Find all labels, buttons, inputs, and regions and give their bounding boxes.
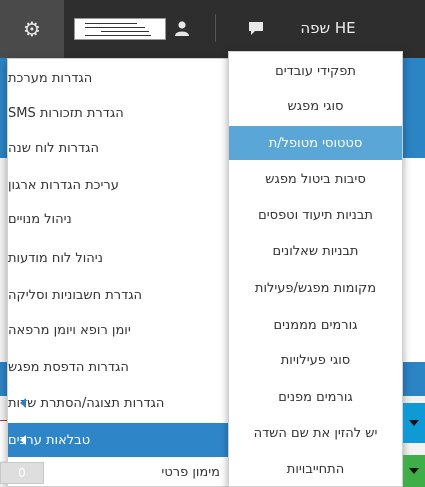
menu-item-label: תפקידי עובדים (275, 63, 356, 79)
caret-left-icon (20, 398, 26, 408)
menu-item-label: ניהול מנויים (8, 211, 72, 227)
submenu-item-patient-statuses[interactable]: סטטוסי מטופל/ת (229, 126, 402, 160)
submenu-item-commitments[interactable]: התחייבויות (229, 452, 402, 486)
user-menu-button[interactable] (168, 14, 196, 42)
page-header-band-right (402, 58, 425, 158)
messages-button[interactable] (240, 14, 272, 42)
menu-item-label: סוגי מפגש (287, 98, 344, 114)
submenu-item-activity-types[interactable]: סוגי פעילויות (229, 343, 402, 377)
menu-item-field-visibility[interactable]: הגדרות תצוגה/הסתרת שדות (8, 386, 228, 420)
menu-item-label: הגדרות הדפסת מפגש (8, 359, 129, 375)
menu-item-label: עריכת הגדרות ארגון (8, 177, 119, 193)
menu-item-value-tables[interactable]: טבלאות ערכים (8, 423, 228, 457)
chevron-down-icon (409, 420, 419, 426)
value-tables-submenu: תפקידי עובדים סוגי מפגש סטטוסי מטופל/ת ס… (228, 51, 403, 487)
menu-item-label: הגדרת תזכורות SMS (8, 105, 124, 121)
submenu-item-cancel-reasons[interactable]: סיבות ביטול מפגש (229, 162, 402, 196)
menu-item-label: תבניות שאלונים (272, 243, 359, 259)
submenu-item-locations[interactable]: מקומות מפגש/פעילות (229, 271, 402, 305)
row-label: מימון פרטי (161, 465, 220, 480)
menu-item-doctor-clinic-diary[interactable]: יומן רופא ויומן מרפאה (8, 313, 228, 347)
menu-item-label: התחייבויות (286, 461, 345, 477)
submenu-item-questionnaire-templates[interactable]: תבניות שאלונים (229, 234, 402, 268)
table-header-band-right (402, 362, 425, 396)
dropdown-button[interactable] (403, 403, 425, 443)
menu-item-calendar-settings[interactable]: הגדרות לוח שנה (8, 131, 228, 165)
submenu-item-funders[interactable]: גורמים מממנים (229, 308, 402, 342)
menu-item-label: תבניות תיעוד וטפסים (258, 207, 373, 223)
badge-value: 0 (18, 466, 26, 480)
menu-item-label: יומן רופא ויומן מרפאה (8, 322, 131, 338)
user-icon (175, 21, 189, 36)
menu-item-label: הגדרות תצוגה/הסתרת שדות (8, 395, 165, 411)
menu-item-label: גורמים מממנים (273, 317, 358, 333)
page-panel-right (402, 158, 425, 368)
language-switch[interactable]: HE שפה (278, 14, 378, 42)
menu-item-system-settings[interactable]: הגדרות מערכת (8, 61, 228, 95)
top-navbar: ⚙ HE שפה (0, 0, 425, 58)
chevron-down-icon (409, 468, 419, 474)
chat-icon (249, 21, 263, 35)
menu-item-sms-reminders[interactable]: הגדרת תזכורות SMS (8, 96, 228, 130)
settings-button[interactable]: ⚙ (0, 0, 64, 58)
menu-item-invoices-clearing[interactable]: הגדרת חשבוניות וסליקה (8, 278, 228, 312)
menu-item-label: גורמים מפנים (278, 389, 353, 405)
submenu-item-field-name[interactable]: יש להזין את שם השדה (229, 416, 402, 450)
submenu-item-doc-templates[interactable]: תבניות תיעוד וטפסים (229, 198, 402, 232)
menu-item-label: מקומות מפגש/פעילות (254, 280, 377, 296)
menu-item-organization-settings[interactable]: עריכת הגדרות ארגון (8, 168, 228, 202)
menu-item-label: הגדרות לוח שנה (8, 140, 99, 156)
menu-item-label: ניהול לוח מודעות (8, 250, 103, 266)
menu-item-subscriptions[interactable]: ניהול מנויים (8, 202, 228, 236)
submenu-item-staff-roles[interactable]: תפקידי עובדים (229, 54, 402, 88)
menu-item-label: הגדרות מערכת (8, 70, 93, 86)
organization-logo (74, 18, 166, 40)
divider (215, 14, 216, 42)
submenu-item-session-types[interactable]: סוגי מפגש (229, 89, 402, 123)
settings-menu: הגדרות מערכת הגדרת תזכורות SMS הגדרות לו… (7, 58, 229, 487)
menu-item-label: סטטוסי מטופל/ת (268, 135, 363, 151)
menu-item-bulletin-board[interactable]: ניהול לוח מודעות (8, 241, 228, 275)
caret-left-icon (20, 435, 26, 445)
count-badge: 0 (0, 462, 44, 484)
menu-item-label: יש להזין את שם השדה (253, 425, 378, 441)
menu-item-session-print[interactable]: הגדרות הדפסת מפגש (8, 350, 228, 384)
action-dropdown-button[interactable] (403, 455, 425, 487)
language-label: HE שפה (300, 19, 356, 37)
gear-icon: ⚙ (23, 17, 41, 41)
menu-item-label: סיבות ביטול מפגש (265, 171, 366, 187)
submenu-item-referrers[interactable]: גורמים מפנים (229, 380, 402, 414)
menu-item-label: הגדרת חשבוניות וסליקה (8, 287, 143, 303)
menu-item-label: סוגי פעילויות (280, 352, 351, 368)
